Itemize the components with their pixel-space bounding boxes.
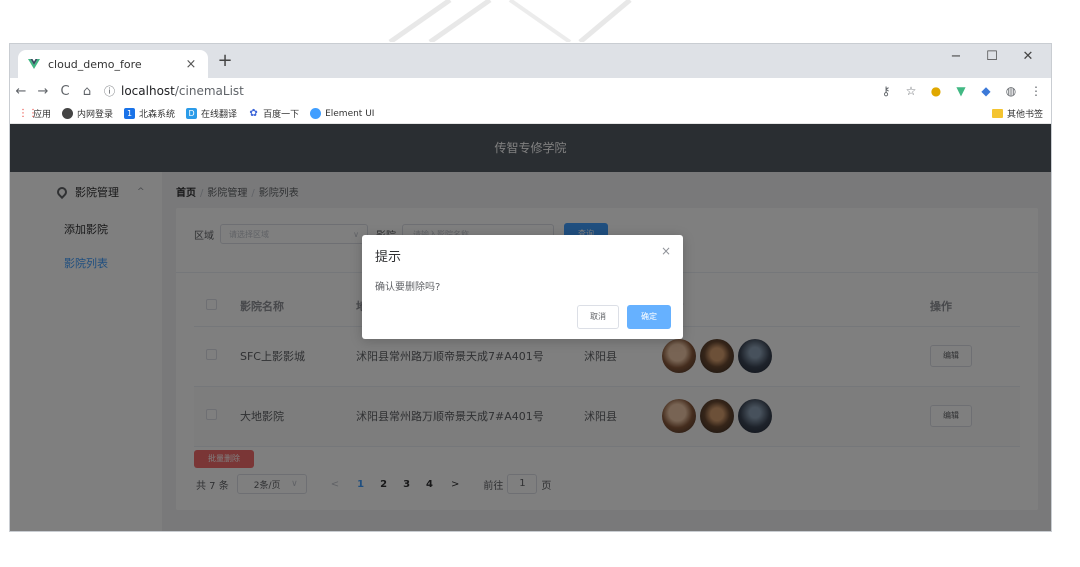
- url-host: localhost: [121, 84, 175, 98]
- vue-devtools-icon[interactable]: ▼: [952, 84, 970, 98]
- watermark: [388, 0, 632, 42]
- close-icon[interactable]: ×: [661, 244, 671, 258]
- reload-icon[interactable]: C: [54, 84, 76, 99]
- dialog-title: 提示: [375, 250, 402, 265]
- close-window-button[interactable]: ✕: [1011, 46, 1045, 68]
- confirm-dialog: 提示 × 确认要删除吗? 取消 确定: [362, 235, 683, 339]
- bookmark-apps[interactable]: ⋮⋮ 应用: [18, 107, 51, 120]
- new-tab-button[interactable]: +: [213, 51, 237, 73]
- browser-tab[interactable]: cloud_demo_fore ×: [18, 50, 208, 78]
- forward-icon[interactable]: →: [32, 84, 54, 99]
- element-ui-icon: [310, 108, 322, 119]
- maximize-button[interactable]: ☐: [975, 46, 1009, 68]
- home-icon[interactable]: ⌂: [76, 84, 98, 99]
- extension-icon[interactable]: ●: [927, 84, 945, 98]
- cancel-button[interactable]: 取消: [577, 305, 619, 329]
- address-bar[interactable]: ⓘ localhost/cinemaList: [104, 80, 834, 102]
- globe-icon: [62, 108, 74, 119]
- baidu-paw-icon: ✿: [249, 108, 258, 119]
- apps-icon: ⋮⋮: [18, 108, 38, 119]
- bookmark-beisen[interactable]: 1 北森系统: [124, 107, 175, 120]
- tab-title: cloud_demo_fore: [48, 57, 142, 71]
- back-icon[interactable]: ←: [10, 84, 32, 99]
- url-path: /cinemaList: [174, 84, 244, 98]
- dialog-message: 确认要删除吗?: [375, 282, 441, 293]
- extension-icon-2[interactable]: ◆: [977, 84, 995, 98]
- other-bookmarks[interactable]: 其他书签: [991, 107, 1043, 120]
- vue-logo-icon: [28, 59, 40, 69]
- bookmark-intranet[interactable]: 内网登录: [62, 107, 113, 120]
- bookmark-translate[interactable]: D 在线翻译: [186, 107, 237, 120]
- star-icon[interactable]: ☆: [902, 84, 920, 98]
- minimize-button[interactable]: −: [939, 46, 973, 68]
- profile-icon[interactable]: ◍: [1002, 84, 1020, 98]
- key-icon[interactable]: ⚷: [877, 84, 895, 98]
- confirm-button[interactable]: 确定: [627, 305, 671, 329]
- folder-icon: [991, 109, 1003, 118]
- tab-strip: cloud_demo_fore × + − ☐ ✕: [10, 44, 1051, 78]
- menu-icon[interactable]: ⋮: [1027, 84, 1045, 98]
- beisen-icon: 1: [124, 108, 136, 119]
- bookmark-baidu[interactable]: ✿ 百度一下: [248, 107, 299, 120]
- translate-icon: D: [186, 108, 198, 119]
- site-info-icon[interactable]: ⓘ: [104, 83, 115, 99]
- bookmark-element-ui[interactable]: Element UI: [310, 108, 374, 119]
- screenshot-page: cloud_demo_fore × + − ☐ ✕ ← → C ⌂ ⓘ loca…: [0, 0, 1080, 567]
- tab-close-icon[interactable]: ×: [184, 57, 198, 72]
- bookmarks-bar: ⋮⋮ 应用 内网登录 1 北森系统 D 在线翻译 ✿ 百度一下 Element: [10, 104, 1051, 124]
- toolbar-right: ⚷ ☆ ● ▼ ◆ ◍ ⋮: [877, 78, 1045, 104]
- browser-toolbar: ← → C ⌂ ⓘ localhost/cinemaList ⚷ ☆ ● ▼ ◆…: [10, 78, 1051, 104]
